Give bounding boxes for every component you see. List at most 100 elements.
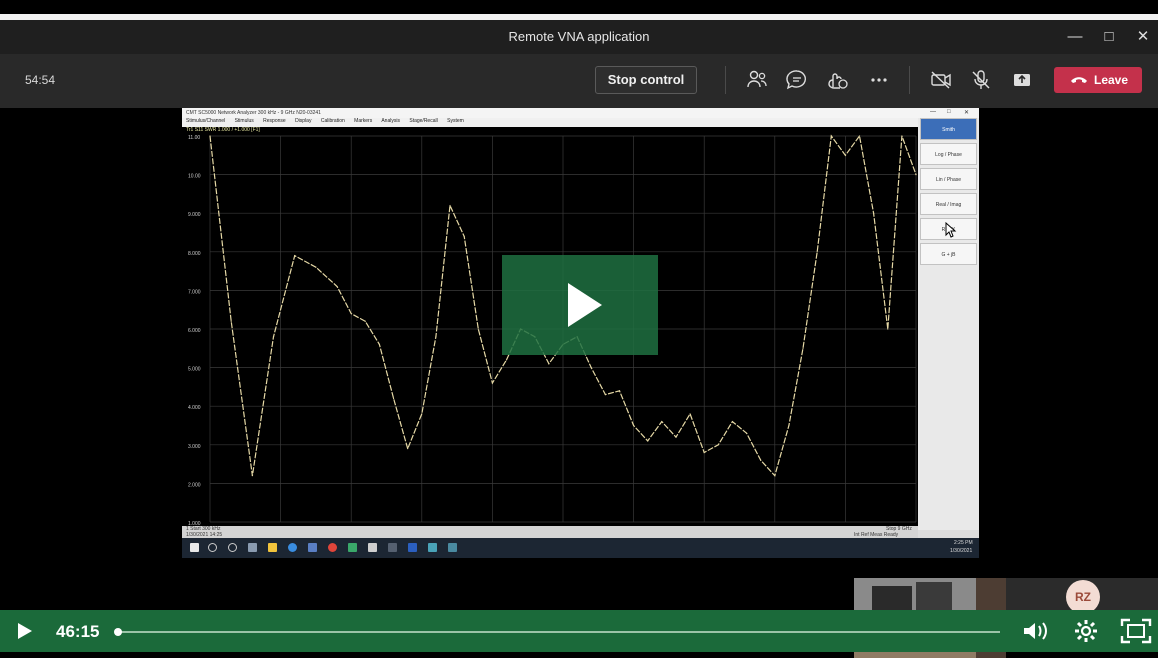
trace-point (915, 174, 917, 176)
vna-menu-item[interactable]: Stimulus (235, 118, 254, 124)
video-player-controls: 46:15 (0, 610, 1158, 652)
vna-menu-item[interactable]: Stimulus/Channel (186, 118, 225, 124)
chat-icon[interactable] (783, 66, 811, 94)
softkey-log-phase[interactable]: Log / Phase (920, 143, 977, 165)
vna-menu-item[interactable]: System (447, 118, 464, 124)
softkey-g-jb[interactable]: G + jB (920, 243, 977, 265)
trace-point (407, 448, 409, 450)
more-icon[interactable] (865, 66, 893, 94)
trace-point (830, 135, 832, 137)
video-monitor (916, 582, 952, 612)
trace-point (731, 421, 734, 423)
vna-menu-bar: Stimulus/Channel Stimulus Response Displ… (182, 118, 918, 127)
trace-label: Tr1 S11 SWR 1.000 / +1.000 [F1] (186, 127, 260, 133)
trace-point (378, 343, 381, 346)
vna-menu-item[interactable]: Calibration (321, 118, 345, 124)
app-icon[interactable] (448, 543, 457, 552)
toolbar-divider (909, 66, 910, 94)
volume-button[interactable] (1022, 620, 1050, 647)
y-tick-label: 3.000 (188, 444, 201, 450)
fullscreen-icon (1120, 618, 1152, 644)
settings-button[interactable] (1074, 619, 1098, 648)
edge-icon[interactable] (288, 543, 297, 552)
y-tick-label: 11.00 (188, 135, 200, 141)
trace-point (435, 336, 437, 338)
vna-menu-item[interactable]: Analysis (381, 118, 400, 124)
video-play-overlay[interactable] (502, 255, 658, 355)
play-icon (568, 283, 602, 327)
softkey-lin-phase[interactable]: Lin / Phase (920, 168, 977, 190)
play-button[interactable] (14, 621, 36, 646)
y-tick-label: 2.000 (188, 482, 201, 488)
y-tick-label: 7.000 (188, 289, 201, 295)
trace-point (901, 135, 903, 137)
trace-point (675, 436, 677, 438)
vna-close-icon[interactable]: ✕ (964, 109, 969, 116)
share-icon[interactable] (1008, 66, 1036, 94)
trace-point (477, 328, 479, 330)
y-tick-label: 10.00 (188, 174, 201, 180)
y-tick-label: 9.000 (188, 212, 201, 218)
search-icon[interactable] (208, 543, 217, 552)
vna-menu-item[interactable]: Display (295, 118, 311, 124)
trace-point (350, 312, 352, 315)
store-icon[interactable] (308, 543, 317, 552)
trace-point (802, 347, 804, 349)
trace-point (661, 421, 663, 423)
softkey-real-imag[interactable]: Real / Imag (920, 193, 977, 215)
fullscreen-button[interactable] (1120, 618, 1152, 649)
vna-title-bar: CMT SC5000 Network Analyzer 300 kHz - 9 … (182, 108, 979, 118)
softkey-smith[interactable]: Smith (920, 118, 977, 140)
app-icon[interactable] (368, 543, 377, 552)
app-icon[interactable] (348, 543, 357, 552)
reactions-icon[interactable] (824, 66, 852, 94)
mouse-cursor-icon (945, 222, 957, 238)
phone-icon (1070, 72, 1088, 91)
vna-menu-item[interactable]: Markers (354, 118, 372, 124)
trace-point (647, 440, 649, 442)
app-icon[interactable] (388, 543, 397, 552)
people-icon[interactable] (743, 66, 771, 94)
task-view-icon[interactable] (248, 543, 257, 552)
volume-icon (1024, 622, 1047, 640)
minimize-icon[interactable]: — (1064, 26, 1086, 48)
progress-knob[interactable] (114, 628, 122, 636)
trace-point (449, 204, 451, 207)
title-bar: Remote VNA application — □ ✕ (0, 20, 1158, 54)
file-explorer-icon[interactable] (268, 543, 277, 552)
trace-point (336, 285, 338, 288)
trace-point (251, 475, 253, 477)
trace-point (315, 266, 317, 268)
chrome-icon[interactable] (328, 543, 337, 552)
mic-off-icon[interactable] (967, 66, 995, 94)
meeting-timer: 54:54 (25, 73, 56, 87)
stop-control-button[interactable]: Stop control (595, 66, 697, 94)
maximize-icon[interactable]: □ (1098, 26, 1120, 48)
vna-menu-item[interactable]: Response (263, 118, 286, 124)
trace-point (717, 444, 719, 446)
vna-minimize-icon[interactable]: — (930, 109, 936, 115)
word-icon[interactable] (408, 543, 417, 552)
camera-off-icon[interactable] (927, 66, 955, 94)
leave-button[interactable]: Leave (1054, 67, 1142, 93)
progress-bar[interactable] (114, 628, 1000, 636)
close-icon[interactable]: ✕ (1132, 26, 1154, 48)
toolbar-divider (725, 66, 726, 94)
cortana-icon[interactable] (228, 543, 237, 552)
trace-point (887, 328, 889, 330)
vna-maximize-icon[interactable]: □ (947, 109, 951, 115)
trace-point (272, 336, 275, 338)
trace-point (491, 382, 493, 384)
current-time: 46:15 (56, 622, 100, 641)
trace-header: Tr1 S11 SWR 1.000 / +1.000 [F1] (182, 127, 918, 134)
trace-point (364, 320, 366, 322)
trace-point (858, 135, 861, 137)
participant-avatar[interactable]: RZ (1066, 580, 1100, 614)
windows-start-icon[interactable] (190, 543, 199, 552)
trace-point (774, 475, 776, 477)
windows-taskbar: 2:25 PM 1/30/2021 (182, 538, 979, 558)
vna-menu-item[interactable]: Stage/Recall (409, 118, 437, 124)
vna-taskbar-icon[interactable] (428, 543, 437, 552)
trace-point (745, 432, 748, 434)
trace-point (689, 413, 691, 415)
